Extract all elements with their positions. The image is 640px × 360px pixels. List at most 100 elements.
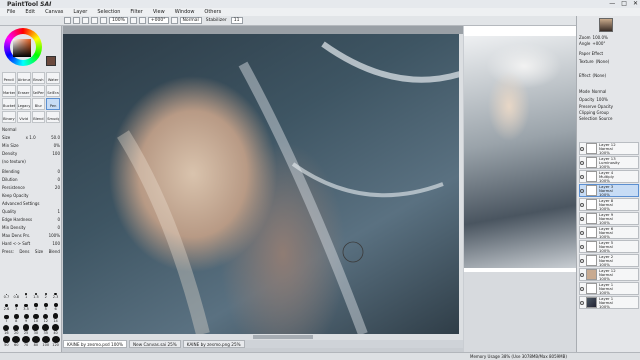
show-selection-button[interactable]	[82, 17, 89, 24]
brush-size-cell[interactable]: 3.5	[22, 300, 31, 311]
horizontal-scroll-thumb[interactable]	[253, 335, 313, 339]
layer-row[interactable]: Layer 12 Normal 100%	[579, 268, 639, 281]
tool-blend[interactable]: Blend	[31, 111, 46, 123]
deselect-button[interactable]	[64, 17, 71, 24]
brush-size-cell[interactable]: 100	[41, 336, 50, 347]
size-row[interactable]: Size x 1.0 50.0	[2, 134, 60, 140]
blend-mode-field[interactable]: Normal	[179, 17, 202, 24]
blending-row[interactable]: Blending 0	[2, 168, 60, 174]
hard-soft-row[interactable]: Hard <-> Soft 100	[2, 240, 60, 246]
layer-row[interactable]: Layer 6 Normal 100%	[579, 226, 639, 239]
tool-water[interactable]: Water	[46, 72, 60, 84]
brush-size-cell[interactable]: 40	[51, 324, 60, 335]
menu-window[interactable]: Window	[170, 9, 200, 15]
press-dens[interactable]: Dens	[19, 249, 29, 254]
brush-size-cell[interactable]: 7	[2, 312, 11, 323]
layer-mode-row[interactable]: Mode Normal	[579, 88, 639, 94]
brush-size-cell[interactable]: 2.6	[2, 300, 11, 311]
persistence-row[interactable]: Persistence 20	[2, 184, 60, 190]
zoom-out-button[interactable]	[91, 17, 98, 24]
layer-row[interactable]: Layer 2 Normal 100%	[579, 254, 639, 267]
brush-size-cell[interactable]: 9	[22, 312, 31, 323]
brush-size-cell[interactable]: 30	[31, 324, 40, 335]
layer-row[interactable]: Layer 13 Luminosity 100%	[579, 156, 639, 169]
eye-icon[interactable]	[580, 258, 584, 263]
brush-size-cell[interactable]: 70	[22, 336, 31, 347]
layer-row[interactable]: Layer 4 Multiply 100%	[579, 170, 639, 183]
eye-icon[interactable]	[580, 230, 584, 235]
eye-icon[interactable]	[580, 216, 584, 221]
press-size[interactable]: Size	[35, 249, 43, 254]
edge-hardness-row[interactable]: Edge Hardness 0	[2, 216, 60, 222]
min-size-row[interactable]: Min Size 0%	[2, 142, 60, 148]
menu-others[interactable]: Others	[199, 9, 226, 15]
reference-window[interactable]	[464, 26, 576, 272]
eye-icon[interactable]	[580, 244, 584, 249]
eye-icon[interactable]	[580, 146, 584, 151]
brush-size-cell[interactable]: 35	[41, 324, 50, 335]
menu-canvas[interactable]: Canvas	[40, 9, 68, 15]
tab-new-canvas[interactable]: New Canvas.sai 25%	[129, 340, 181, 348]
density-row[interactable]: Density 100	[2, 150, 60, 156]
tool-eraser[interactable]: Eraser	[16, 85, 31, 97]
tool-binary[interactable]: Binary	[2, 111, 16, 123]
tool-marker[interactable]: Marker	[2, 85, 16, 97]
menu-file[interactable]: File	[2, 9, 20, 15]
brush-size-cell[interactable]: 0.7	[2, 288, 11, 299]
quality-row[interactable]: Quality 1	[2, 208, 60, 214]
tool-blur[interactable]: Blur	[31, 98, 46, 110]
texture-row[interactable]: (no texture)	[2, 158, 60, 164]
layer-row[interactable]: Layer 1 Normal 100%	[579, 282, 639, 295]
effect-select-row[interactable]: Effect (None)	[579, 72, 639, 78]
layer-row[interactable]: Layer 9 Normal 100%	[579, 212, 639, 225]
layer-row[interactable]: Layer 3 Normal 100%	[579, 184, 639, 197]
flip-button[interactable]	[170, 17, 178, 24]
menu-selection[interactable]: Selection	[92, 9, 125, 15]
rotate-left-button[interactable]	[129, 17, 137, 24]
nav-angle-row[interactable]: Angle +000°	[579, 40, 639, 46]
layer-row[interactable]: Layer 5 Normal 100%	[579, 240, 639, 253]
eye-icon[interactable]	[580, 300, 584, 305]
brush-size-cell[interactable]: 12	[41, 312, 50, 323]
brush-size-cell[interactable]: 20	[12, 324, 21, 335]
foreground-color-swatch[interactable]	[46, 56, 56, 66]
artwork-canvas[interactable]	[63, 34, 460, 334]
rotate-right-button[interactable]	[138, 17, 146, 24]
tool-smudge[interactable]: Smudge	[46, 111, 60, 123]
tool-vivid[interactable]: Vivid	[16, 111, 31, 123]
brush-size-cell[interactable]: 2.3	[51, 288, 60, 299]
dilution-row[interactable]: Dilution 0	[2, 176, 60, 182]
tool-pencil[interactable]: Pencil	[2, 72, 16, 84]
brush-size-cell[interactable]: 3	[12, 300, 21, 311]
layer-opacity-row[interactable]: Opacity 100%	[579, 96, 639, 102]
tool-airbrush[interactable]: Airbrush	[16, 72, 31, 84]
brush-size-cell[interactable]: 4	[31, 300, 40, 311]
tool-selpen[interactable]: SelPen	[31, 85, 46, 97]
eye-icon[interactable]	[580, 160, 584, 165]
brush-size-cell[interactable]: 1.5	[31, 288, 40, 299]
eye-icon[interactable]	[580, 174, 584, 179]
brush-size-cell[interactable]: 10	[31, 312, 40, 323]
brush-size-cell[interactable]: 8	[12, 312, 21, 323]
zoom-in-button[interactable]	[100, 17, 107, 24]
selection-source-row[interactable]: Selection Source	[579, 115, 639, 121]
menu-view[interactable]: View	[148, 9, 170, 15]
eye-icon[interactable]	[580, 272, 584, 277]
vertical-scrollbar[interactable]	[459, 34, 463, 334]
invert-selection-button[interactable]	[73, 17, 80, 24]
rotation-field[interactable]: +000°	[147, 17, 169, 24]
eye-icon[interactable]	[580, 188, 584, 193]
canvas-area[interactable]	[63, 26, 463, 340]
tool-pen[interactable]: Pen	[46, 98, 60, 110]
keep-opacity-row[interactable]: Keep Opacity	[2, 192, 60, 198]
tool-brush[interactable]: Brush	[31, 72, 46, 84]
brush-size-cell[interactable]: 120	[51, 336, 60, 347]
tab-kaine-psd[interactable]: KAINE by zesmo.psd 100%	[63, 340, 128, 348]
brush-size-cell[interactable]: 14	[51, 312, 60, 323]
brush-size-cell[interactable]: 0.8	[12, 288, 21, 299]
menu-edit[interactable]: Edit	[20, 9, 40, 15]
tool-legacy-pen[interactable]: Legacy Pen	[16, 98, 31, 110]
tool-bucket[interactable]: Bucket	[2, 98, 16, 110]
brush-size-cell[interactable]: 2	[41, 288, 50, 299]
advanced-settings-row[interactable]: Advanced Settings	[2, 200, 60, 206]
